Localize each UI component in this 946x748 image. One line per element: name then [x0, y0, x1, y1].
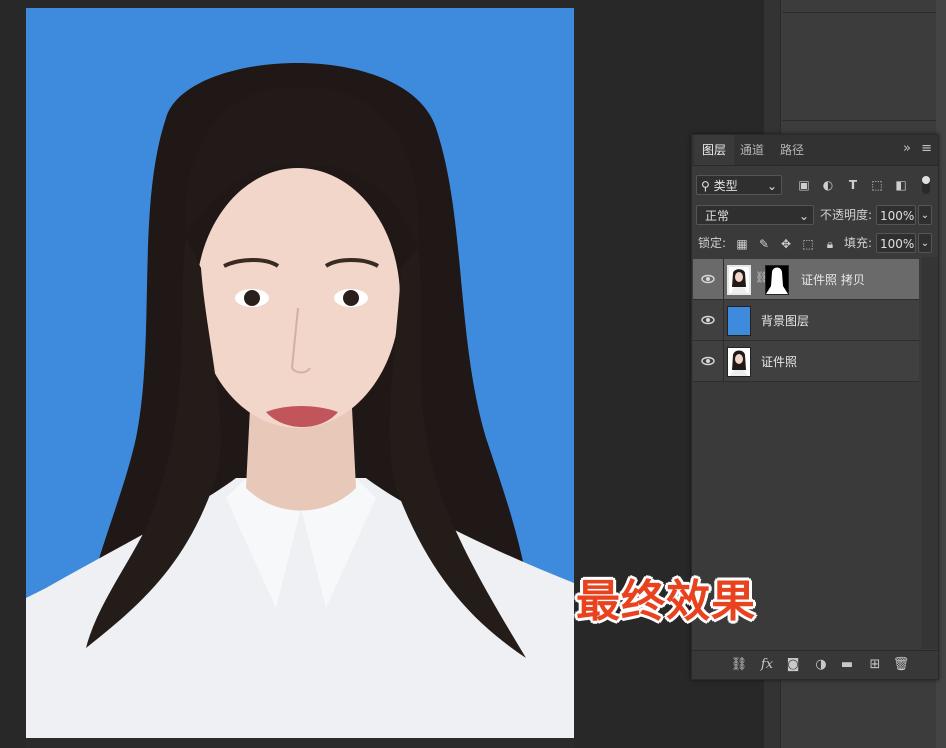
chevron-down-icon: ⌄: [920, 238, 930, 249]
type-filter-icon[interactable]: T: [845, 177, 861, 193]
panel-tabs: 图层 通道 路径 » ≡: [692, 135, 938, 166]
layers-scrollbar[interactable]: [922, 257, 938, 649]
eye-icon[interactable]: [701, 272, 715, 286]
folder-icon[interactable]: ▬: [838, 657, 856, 672]
panel-footer: ⛓︎ fx ◙ ◑ ▬ ⊞ 🗑︎: [692, 650, 938, 679]
chevron-down-icon: ⌄: [920, 210, 930, 221]
new-layer-icon[interactable]: ⊞: [866, 657, 884, 672]
fill-label: 填充:: [844, 236, 873, 250]
panel-menu-icons: » ≡: [903, 141, 932, 156]
layer-separator: [723, 300, 724, 340]
layer-name[interactable]: 背景图层: [761, 312, 809, 329]
chevron-down-icon: ⌄: [798, 209, 809, 223]
lock-position-icon[interactable]: ✥: [778, 236, 794, 252]
layer-name[interactable]: 证件照 拷贝: [801, 271, 865, 288]
image-filter-icon[interactable]: ▣: [796, 177, 812, 193]
eye-icon[interactable]: [701, 354, 715, 368]
adjustment-icon[interactable]: ◑: [812, 657, 830, 672]
canvas-bottom-strip: [26, 738, 574, 748]
fill-input[interactable]: 100%: [876, 233, 916, 253]
layer-name[interactable]: 证件照: [761, 353, 797, 370]
filter-toggle[interactable]: [922, 176, 930, 194]
dock-divider: [782, 120, 946, 121]
layer-thumbnail: [727, 265, 751, 295]
lock-transparent-icon[interactable]: ▦: [734, 236, 750, 252]
collapse-icon[interactable]: »: [903, 141, 911, 156]
filter-kind-value: 类型: [713, 179, 738, 193]
tab-paths[interactable]: 路径: [772, 135, 812, 165]
lock-label: 锁定:: [698, 236, 727, 250]
fill-dropdown[interactable]: ⌄: [918, 233, 932, 253]
smart-object-filter-icon[interactable]: ◧: [893, 177, 909, 193]
tab-channels[interactable]: 通道: [732, 135, 772, 165]
trash-icon[interactable]: 🗑︎: [892, 657, 910, 672]
eye-icon[interactable]: [701, 313, 715, 327]
portrait-photo: [26, 8, 574, 738]
add-mask-icon[interactable]: ◙: [784, 657, 802, 672]
document-canvas[interactable]: [26, 8, 574, 738]
opacity-input[interactable]: 100%: [876, 205, 916, 225]
adjustment-filter-icon[interactable]: ◐: [820, 177, 836, 193]
blend-row: 正常 ⌄ 不透明度: 100% ⌄: [692, 203, 938, 227]
filter-row: ⚲ 类型 ⌄ ▣ ◐ T ⬚ ◧: [692, 173, 938, 197]
caption-text: 最终效果: [576, 576, 756, 627]
blend-mode-value: 正常: [705, 209, 730, 223]
layer-row[interactable]: 背景图层: [693, 300, 919, 341]
dock-divider: [782, 12, 946, 13]
layer-thumbnail: [727, 347, 751, 377]
blend-mode-select[interactable]: 正常 ⌄: [696, 205, 814, 225]
layer-separator: [723, 341, 724, 381]
opacity-value: 100%: [880, 209, 915, 223]
link-icon[interactable]: ⛓︎: [730, 657, 748, 672]
layer-row[interactable]: 证件照: [693, 341, 919, 382]
lock-artboard-icon[interactable]: ⬚: [800, 236, 816, 252]
tab-layers[interactable]: 图层: [694, 135, 735, 165]
lock-all-icon[interactable]: 🔒︎: [822, 236, 838, 252]
search-icon: ⚲: [701, 179, 710, 193]
lock-row: 锁定: ▦ ✎ ✥ ⬚ 🔒︎ 填充: 100% ⌄: [692, 231, 938, 255]
toggle-knob: [922, 176, 930, 184]
fx-icon[interactable]: fx: [758, 657, 776, 672]
layer-mask-thumbnail[interactable]: [765, 265, 789, 295]
layer-separator: [723, 259, 724, 299]
panel-menu-icon[interactable]: ≡: [921, 141, 932, 156]
lock-paint-icon[interactable]: ✎: [756, 236, 772, 252]
opacity-dropdown[interactable]: ⌄: [918, 205, 932, 225]
fill-value: 100%: [880, 237, 915, 251]
opacity-label: 不透明度:: [820, 208, 873, 222]
layer-thumbnail: [727, 306, 751, 336]
shape-filter-icon[interactable]: ⬚: [869, 177, 885, 193]
filter-kind-select[interactable]: ⚲ 类型 ⌄: [696, 175, 782, 195]
layer-row[interactable]: ⛓︎ 证件照 拷贝: [693, 259, 919, 300]
chevron-down-icon: ⌄: [766, 179, 777, 193]
